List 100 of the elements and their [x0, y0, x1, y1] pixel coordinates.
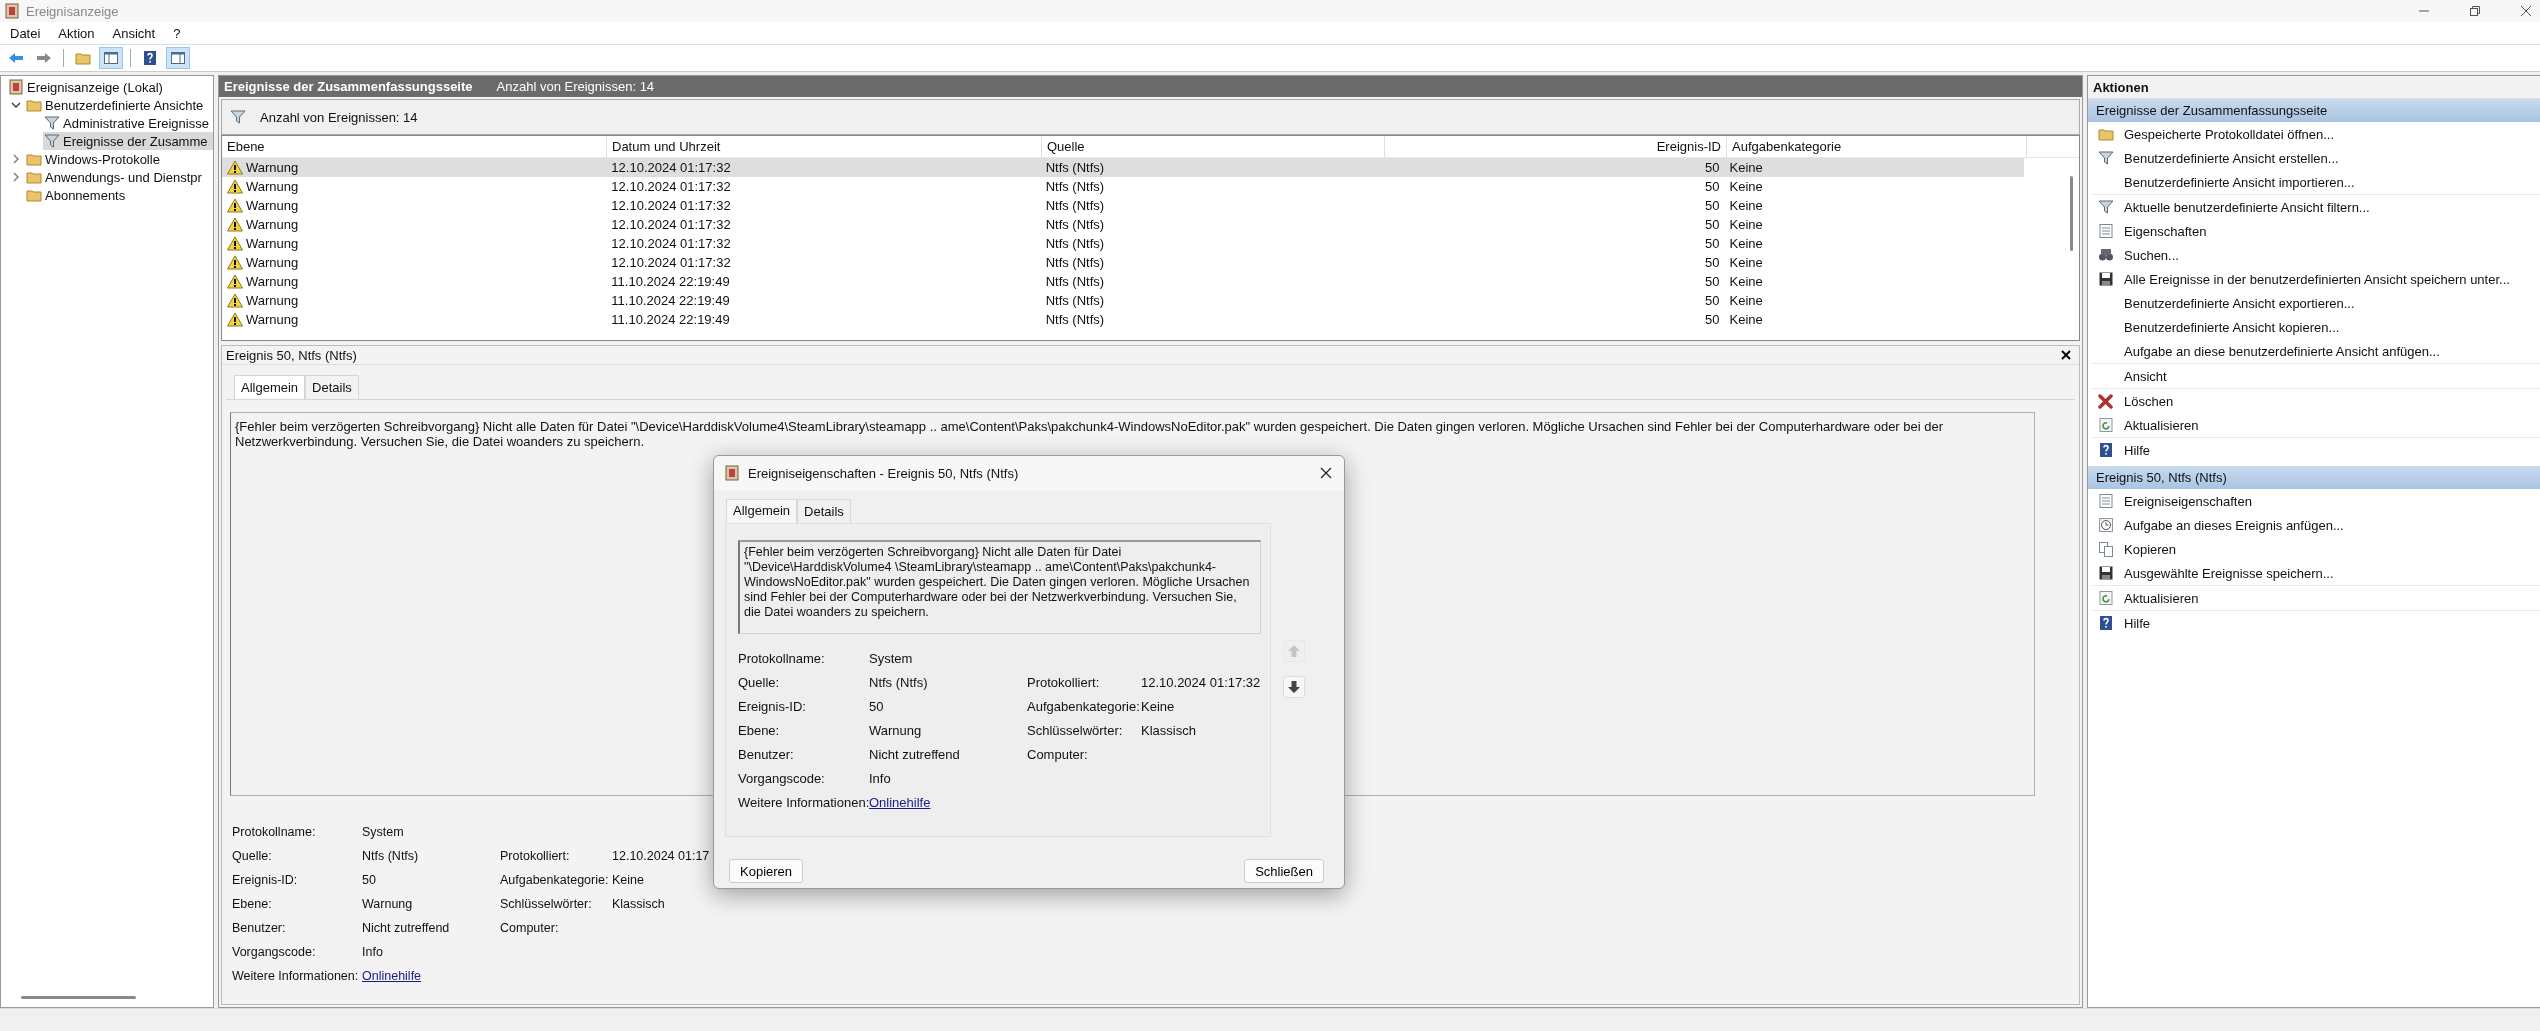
table-row[interactable]: Warnung 11.10.2024 22:19:49 Ntfs (Ntfs) 50 Keine: [222, 310, 2024, 329]
close-icon[interactable]: [2061, 350, 2071, 360]
action-item[interactable]: Benutzerdefinierte Ansicht kopieren...: [2092, 315, 2540, 339]
chevron-icon[interactable]: [11, 100, 21, 110]
field-label: Aufgabenkategorie:: [1027, 698, 1140, 714]
help-link[interactable]: Onlinehilfe: [869, 794, 931, 810]
action-item[interactable]: Löschen: [2092, 389, 2540, 413]
pane-icon: [170, 50, 186, 66]
close-icon[interactable]: [1320, 467, 1332, 479]
table-cell-text: 12.10.2024 01:17:32: [610, 160, 732, 175]
tree-item[interactable]: Benutzerdefinierte Ansichte: [25, 96, 213, 114]
section-header[interactable]: Ereignisse der Zusammenfassungsseite: [2088, 99, 2540, 122]
menu-item[interactable]: Ansicht: [112, 23, 156, 43]
dialog-button[interactable]: Schließen: [1244, 859, 1324, 883]
column-header[interactable]: Quelle: [1042, 136, 1385, 157]
scrollbar[interactable]: [2070, 176, 2073, 251]
clock-icon: [2098, 517, 2114, 533]
scrollbar[interactable]: [21, 996, 136, 999]
action-item[interactable]: Hilfe: [2092, 611, 2540, 635]
field-value: System: [869, 650, 913, 666]
menu-item[interactable]: Aktion: [58, 23, 95, 43]
column-header[interactable]: Ebene: [222, 136, 607, 157]
tree-item[interactable]: Anwendungs- und Dienstpr: [25, 168, 213, 186]
tree-item[interactable]: Ereignisse der Zusamme: [43, 132, 213, 150]
action-item[interactable]: Aufgabe an diese benutzerdefinierte Ansicht anfügen...: [2092, 339, 2540, 363]
tab[interactable]: Details: [305, 375, 359, 399]
action-item[interactable]: Alle Ereignisse in der benutzerdefinierten Ansicht speichern unter...: [2092, 267, 2540, 291]
properties-icon: [2098, 493, 2114, 509]
action-item[interactable]: Benutzerdefinierte Ansicht erstellen...: [2092, 146, 2540, 170]
action-item[interactable]: Aktualisieren: [2092, 413, 2540, 437]
close-icon[interactable]: [2520, 5, 2532, 17]
warning-icon: [227, 274, 243, 289]
folder-icon: [26, 187, 42, 203]
folder-icon: [26, 169, 42, 185]
table-cell-text: Keine: [1728, 179, 1764, 194]
tab[interactable]: Allgemein: [726, 499, 798, 523]
action-item[interactable]: Suchen...: [2092, 243, 2540, 267]
table-cell-text: Ntfs (Ntfs): [1044, 255, 1106, 270]
folder-icon: [2098, 126, 2114, 142]
table-cell-text: 12.10.2024 01:17:32: [610, 179, 732, 194]
dialog-button[interactable]: Kopieren: [729, 859, 804, 883]
table-row[interactable]: Warnung 12.10.2024 01:17:32 Ntfs (Ntfs) 50 Keine: [222, 158, 2024, 177]
table-row[interactable]: Warnung 12.10.2024 01:17:32 Ntfs (Ntfs) 50 Keine: [222, 215, 2024, 234]
table-row[interactable]: Warnung 11.10.2024 22:19:49 Ntfs (Ntfs) 50 Keine: [222, 272, 2024, 291]
tree-item[interactable]: Ereignisanzeige (Lokal): [7, 78, 213, 96]
action-item[interactable]: Eigenschaften: [2092, 219, 2540, 243]
column-header[interactable]: Ereignis-ID: [1385, 136, 1727, 157]
action-item[interactable]: Aktuelle benutzerdefinierte Ansicht filtern...: [2092, 195, 2540, 219]
help-link[interactable]: Onlinehilfe: [362, 969, 422, 983]
field-value: Ntfs (Ntfs): [362, 849, 419, 863]
action-item[interactable]: Benutzerdefinierte Ansicht exportieren...: [2092, 291, 2540, 315]
field-value: Keine: [612, 873, 644, 887]
column-header[interactable]: Datum und Uhrzeit: [607, 136, 1042, 157]
folder-icon: [75, 50, 91, 66]
tree-item[interactable]: Windows-Protokolle: [25, 150, 213, 168]
folder-icon: [26, 97, 42, 113]
event-viewer-icon: [4, 3, 20, 19]
field-value: Warnung: [869, 722, 922, 738]
warning-icon: [227, 198, 243, 213]
help-icon: [2098, 442, 2114, 458]
section-header[interactable]: Ereignis 50, Ntfs (Ntfs): [2088, 466, 2540, 489]
restore-icon[interactable]: [2469, 5, 2481, 17]
save-icon: [2098, 565, 2114, 581]
action-item[interactable]: Aktualisieren: [2092, 586, 2540, 610]
action-item[interactable]: Kopieren: [2092, 537, 2540, 561]
column-header[interactable]: Aufgabenkategorie: [1727, 136, 2027, 157]
table-row[interactable]: Warnung 12.10.2024 01:17:32 Ntfs (Ntfs) 50 Keine: [222, 196, 2024, 215]
properties-icon: [2098, 223, 2114, 239]
action-item[interactable]: Ereigniseigenschaften: [2092, 489, 2540, 513]
table-cell-text: Keine: [1728, 198, 1764, 213]
field-label: Weitere Informationen:: [738, 794, 870, 810]
tab[interactable]: Allgemein: [234, 375, 306, 399]
action-item[interactable]: Benutzerdefinierte Ansicht importieren...: [2092, 170, 2540, 194]
table-cell-text: 50: [1704, 293, 1721, 308]
filter-icon: [2098, 199, 2114, 215]
table-cell: Warnung: [246, 179, 299, 194]
toolbar-button[interactable]: [166, 47, 190, 69]
tree-item[interactable]: Administrative Ereignisse: [43, 114, 213, 132]
toolbar-button[interactable]: [99, 47, 123, 69]
table-row[interactable]: Warnung 12.10.2024 01:17:32 Ntfs (Ntfs) 50 Keine: [222, 234, 2024, 253]
table-cell-text: Ntfs (Ntfs): [1044, 160, 1106, 175]
next-button[interactable]: [1283, 676, 1305, 698]
table-row[interactable]: Warnung 12.10.2024 01:17:32 Ntfs (Ntfs) 50 Keine: [222, 177, 2024, 196]
action-item[interactable]: Ausgewählte Ereignisse speichern...: [2092, 561, 2540, 585]
menu-item[interactable]: Datei: [10, 23, 41, 43]
table-row[interactable]: Warnung 11.10.2024 22:19:49 Ntfs (Ntfs) 50 Keine: [222, 291, 2024, 310]
action-item[interactable]: Aufgabe an dieses Ereignis anfügen...: [2092, 513, 2540, 537]
table-cell-text: 50: [1704, 312, 1721, 327]
action-item[interactable]: Ansicht: [2092, 364, 2540, 388]
menu-item[interactable]: ?: [173, 23, 181, 43]
field-value: Nicht zutreffend: [869, 746, 960, 762]
table-row[interactable]: Warnung 12.10.2024 01:17:32 Ntfs (Ntfs) 50 Keine: [222, 253, 2024, 272]
field-value: 12.10.2024 01:17:32: [1141, 674, 1261, 690]
up-arrow-icon: [1287, 644, 1301, 658]
action-item[interactable]: Hilfe: [2092, 438, 2540, 462]
action-item[interactable]: Gespeicherte Protokolldatei öffnen...: [2092, 122, 2540, 146]
field-label: Computer:: [500, 921, 559, 935]
field-label: Ereignis-ID:: [738, 698, 806, 714]
table-cell-text: Ntfs (Ntfs): [1044, 312, 1106, 327]
tree-item[interactable]: Abonnements: [25, 186, 213, 204]
